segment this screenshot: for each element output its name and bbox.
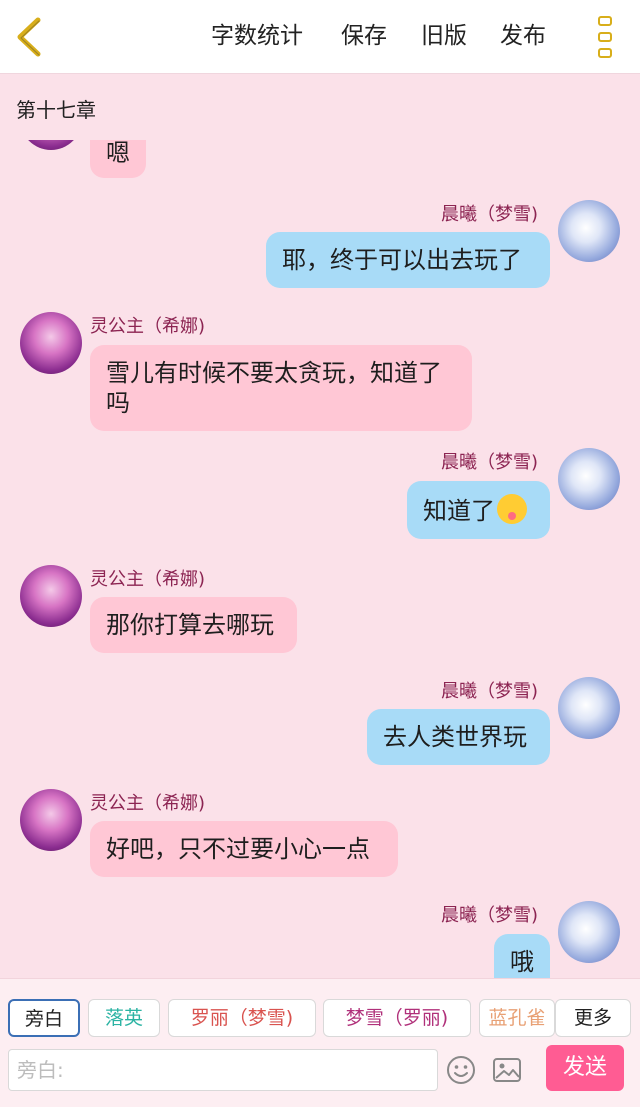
message-bubble: 那你打算去哪玩 [90, 597, 297, 653]
publish-button[interactable]: 发布 [500, 18, 546, 54]
avatar[interactable] [558, 448, 620, 510]
old-version-button[interactable]: 旧版 [421, 18, 467, 54]
speaker-name: 晨曦（梦雪) [440, 681, 538, 702]
avatar[interactable] [20, 789, 82, 851]
tongue-out-emoji-icon [497, 494, 527, 524]
save-button[interactable]: 保存 [341, 18, 387, 54]
speaker-name: 晨曦（梦雪) [440, 905, 538, 926]
send-button[interactable]: 发送 [546, 1045, 624, 1091]
message-bubble: 耶，终于可以出去玩了 [266, 232, 550, 288]
image-icon[interactable] [492, 1055, 522, 1085]
role-chip-label: 落英 [104, 1007, 143, 1029]
more-menu-icon[interactable] [590, 14, 620, 60]
avatar[interactable] [20, 140, 82, 150]
speaker-name: 晨曦（梦雪) [440, 452, 538, 473]
avatar[interactable] [558, 901, 620, 963]
role-chip-label: 罗丽（梦雪) [190, 1007, 294, 1029]
emoji-icon[interactable] [446, 1055, 476, 1085]
more-roles-label: 更多 [573, 1007, 612, 1029]
role-chip-luoli-mengxue[interactable]: 罗丽（梦雪) [168, 999, 316, 1037]
compose-bar: 旁白 落英 罗丽（梦雪) 梦雪（罗丽) 蓝孔雀 更多 发送 [0, 978, 640, 1107]
message-bubble: 雪儿有时候不要太贪玩，知道了吗 [90, 345, 472, 431]
chapter-title: 第十七章 [16, 98, 96, 122]
avatar[interactable] [20, 312, 82, 374]
role-chip-label: 梦雪（罗丽) [345, 1007, 449, 1029]
message-bubble: 去人类世界玩 [367, 709, 550, 765]
speaker-name: 灵公主（希娜) [90, 316, 206, 337]
role-chip-narration[interactable]: 旁白 [8, 999, 80, 1037]
message-bubble: 好吧，只不过要小心一点 [90, 821, 398, 877]
avatar[interactable] [558, 200, 620, 262]
back-icon[interactable] [12, 14, 48, 60]
speaker-name: 灵公主（希娜) [90, 569, 206, 590]
role-chip-blue-peacock[interactable]: 蓝孔雀 [479, 999, 555, 1037]
role-chip-luoying[interactable]: 落英 [88, 999, 160, 1037]
message-input[interactable] [8, 1049, 438, 1091]
role-chip-label: 蓝孔雀 [488, 1007, 546, 1029]
chat-area[interactable]: 嗯 晨曦（梦雪) 耶，终于可以出去玩了 灵公主（希娜) 雪儿有时候不要太贪玩，知… [0, 140, 640, 978]
word-count-button[interactable]: 字数统计 [211, 18, 303, 54]
role-chip-label: 旁白 [24, 1008, 63, 1030]
avatar[interactable] [558, 677, 620, 739]
more-roles-button[interactable]: 更多 [555, 999, 631, 1037]
speaker-name: 晨曦（梦雪) [440, 204, 538, 225]
speaker-name: 灵公主（希娜) [90, 793, 206, 814]
role-chip-mengxue-luoli[interactable]: 梦雪（罗丽) [323, 999, 471, 1037]
top-bar: 字数统计 保存 旧版 发布 [0, 0, 640, 74]
message-bubble: 嗯 [90, 140, 146, 178]
avatar[interactable] [20, 565, 82, 627]
message-bubble: 知道了 [407, 481, 550, 539]
message-text: 知道了 [423, 497, 495, 525]
message-bubble: 哦 [494, 934, 550, 978]
